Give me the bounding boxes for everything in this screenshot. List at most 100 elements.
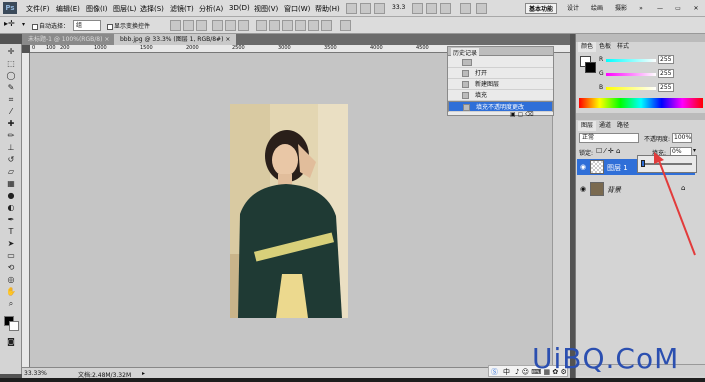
arrange-documents-icon[interactable] [460, 3, 471, 14]
align-hcenter-icon[interactable] [225, 20, 236, 31]
tab-paths[interactable]: 路径 [614, 121, 632, 131]
menu-image[interactable]: 图像(I) [86, 4, 108, 14]
pen-tool-icon[interactable]: ✒ [4, 214, 18, 226]
menu-file[interactable]: 文件(F) [26, 4, 50, 14]
path-select-icon[interactable]: ➤ [4, 238, 18, 250]
minibridge-icon[interactable] [360, 3, 371, 14]
workspace-design[interactable]: 设计 [562, 3, 584, 14]
tool-preset-chevron-icon[interactable]: ▾ [22, 21, 25, 28]
bridge-icon[interactable] [346, 3, 357, 14]
history-item[interactable]: 打开 [448, 68, 553, 79]
green-slider[interactable] [606, 73, 656, 76]
menu-window[interactable]: 窗口(W) [284, 4, 310, 14]
history-brush-icon[interactable]: ↺ [4, 154, 18, 166]
hand-tool-icon[interactable]: ✋ [4, 286, 18, 298]
history-item[interactable]: 新建图层 [448, 79, 553, 90]
quick-select-tool-icon[interactable]: ✎ [4, 82, 18, 94]
green-value[interactable]: 255 [658, 69, 674, 78]
color-panel-bg-swatch[interactable] [585, 62, 596, 73]
visibility-eye-icon[interactable]: ◉ [580, 163, 586, 171]
distribute-right-icon[interactable] [321, 20, 332, 31]
workspace-more-icon[interactable]: » [636, 3, 646, 14]
layer-name[interactable]: 背景 [607, 185, 621, 195]
rotate-view-icon[interactable] [440, 3, 451, 14]
zoom-tool-icon[interactable]: ⌕ [4, 298, 18, 310]
workspace-painting[interactable]: 绘画 [586, 3, 608, 14]
tab-swatches[interactable]: 色板 [596, 42, 614, 52]
menu-select[interactable]: 选择(S) [140, 4, 164, 14]
history-item[interactable]: 填充 [448, 90, 553, 101]
visibility-eye-icon[interactable]: ◉ [580, 185, 586, 193]
3d-rotate-icon[interactable]: ⟲ [4, 262, 18, 274]
3d-camera-icon[interactable]: ◎ [4, 274, 18, 286]
distribute-bottom-icon[interactable] [282, 20, 293, 31]
history-snapshot-row[interactable] [448, 57, 553, 68]
tab-untitled[interactable]: 未标题-1 @ 100%(RGB/8) × [22, 34, 116, 45]
show-transform-checkbox[interactable]: 显示变换控件 [107, 21, 150, 30]
dodge-tool-icon[interactable]: ◐ [4, 202, 18, 214]
tab-styles[interactable]: 样式 [614, 42, 632, 52]
clone-stamp-icon[interactable]: ⊥ [4, 142, 18, 154]
align-vcenter-icon[interactable] [183, 20, 194, 31]
menu-analysis[interactable]: 分析(A) [199, 4, 223, 14]
quick-mask-icon[interactable]: ◙ [4, 336, 18, 348]
distribute-hcenter-icon[interactable] [308, 20, 319, 31]
distribute-top-icon[interactable] [256, 20, 267, 31]
blue-slider[interactable] [606, 87, 656, 90]
ime-mode-label[interactable]: 中 [503, 367, 510, 377]
shape-tool-icon[interactable]: ▭ [4, 250, 18, 262]
menu-view[interactable]: 视图(V) [254, 4, 278, 14]
history-item-selected[interactable]: 填充不透明度更改 [448, 101, 553, 112]
minimize-button[interactable]: — [652, 3, 668, 14]
zoom-level[interactable]: 33.3 [392, 4, 405, 11]
layer-name[interactable]: 图层 1 [607, 163, 628, 173]
distribute-vcenter-icon[interactable] [269, 20, 280, 31]
eraser-tool-icon[interactable]: ▱ [4, 166, 18, 178]
marquee-tool-icon[interactable]: ⬚ [4, 58, 18, 70]
screen-mode-icon[interactable] [476, 3, 487, 14]
menu-3d[interactable]: 3D(D) [229, 4, 250, 12]
eyedropper-tool-icon[interactable]: ⁄ [4, 106, 18, 118]
menu-layer[interactable]: 图层(L) [113, 4, 136, 14]
menu-edit[interactable]: 编辑(E) [56, 4, 80, 14]
color-spectrum-ramp[interactable] [579, 98, 703, 108]
zoom-tool-icon[interactable] [426, 3, 437, 14]
healing-brush-icon[interactable]: ✚ [4, 118, 18, 130]
align-bottom-icon[interactable] [196, 20, 207, 31]
menu-help[interactable]: 帮助(H) [315, 4, 340, 14]
background-color-swatch[interactable] [9, 321, 19, 331]
auto-select-dropdown[interactable]: 组 [73, 20, 101, 31]
menu-filter[interactable]: 滤镜(T) [170, 4, 194, 14]
blur-tool-icon[interactable]: ● [4, 190, 18, 202]
distribute-left-icon[interactable] [295, 20, 306, 31]
dock-collapse-bar[interactable] [576, 34, 705, 42]
canvas-vertical-scrollbar[interactable] [552, 53, 570, 367]
hand-tool-icon[interactable] [412, 3, 423, 14]
blend-mode-dropdown[interactable]: 正常 [579, 133, 639, 143]
workspace-essentials[interactable]: 基本功能 [525, 3, 557, 14]
crop-tool-icon[interactable]: ⌗ [4, 94, 18, 106]
view-extras-icon[interactable] [374, 3, 385, 14]
document-photo[interactable] [230, 104, 348, 318]
red-slider[interactable] [606, 59, 656, 62]
brush-tool-icon[interactable]: ✏ [4, 130, 18, 142]
lock-icons[interactable]: ☐ ⁄ ✛ ⌂ [596, 147, 620, 155]
align-left-icon[interactable] [212, 20, 223, 31]
status-zoom[interactable]: 33.33% [24, 370, 47, 377]
tab-color[interactable]: 颜色 [578, 42, 597, 52]
workspace-photography[interactable]: 摄影 [610, 3, 632, 14]
align-top-icon[interactable] [170, 20, 181, 31]
restore-button[interactable]: ▭ [670, 3, 686, 14]
close-button[interactable]: ✕ [688, 3, 704, 14]
tab-channels[interactable]: 通道 [596, 121, 614, 131]
history-tab[interactable]: 历史记录 [451, 48, 480, 57]
type-tool-icon[interactable]: T [4, 226, 18, 238]
move-tool-icon[interactable]: ▸✛ [4, 19, 15, 28]
blue-value[interactable]: 255 [658, 83, 674, 92]
history-footer-icons[interactable]: ▣ ▢ ⌫ [510, 111, 534, 118]
move-tool-icon[interactable]: ✛ [4, 46, 18, 58]
opacity-field[interactable]: 100% [672, 133, 692, 143]
align-right-icon[interactable] [238, 20, 249, 31]
auto-select-checkbox[interactable]: 自动选择： [32, 21, 69, 30]
tab-layers[interactable]: 图层 [578, 121, 597, 131]
